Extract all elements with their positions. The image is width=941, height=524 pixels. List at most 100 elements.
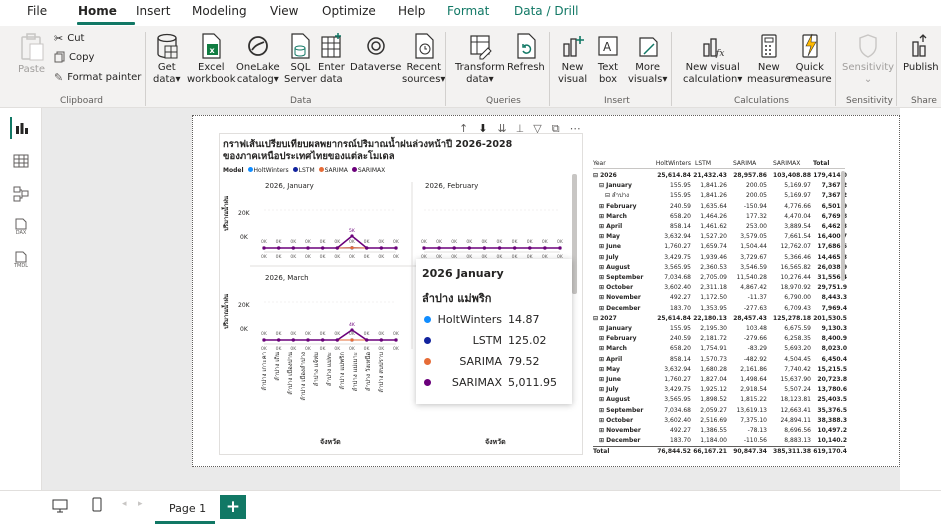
matrix-row[interactable]: ⊞ April 858.14 1,570.73 -482.92 4,504.45 6,45… [593,355,847,364]
matrix-row-label[interactable]: ⊞ August [599,395,630,404]
excel-workbook-button[interactable]: x Excel workbook [187,32,236,86]
desktop-layout-icon[interactable] [52,498,68,517]
matrix-scrollbar[interactable] [841,171,845,281]
onelake-catalog-button[interactable]: OneLake catalog▾ [236,32,280,86]
add-page-button[interactable]: + [220,495,246,519]
matrix-row-label[interactable]: ⊞ February [599,334,637,343]
new-visual-button[interactable]: New visual [558,32,587,86]
matrix-row[interactable]: ⊞ February 240.59 1,635.64 -150.94 4,776.66 6… [593,202,847,211]
cut-button[interactable]: ✂ Cut [54,32,84,45]
mobile-layout-icon[interactable] [92,497,102,516]
matrix-row[interactable]: ⊞ May 3,632.94 1,527.20 3,579.05 7,661.54 16,… [593,232,847,241]
tab-file[interactable]: File [27,4,47,18]
text-box-button[interactable]: A Text box [596,32,620,86]
matrix-row-label[interactable]: ⊞ March [599,344,627,353]
matrix-row[interactable]: ⊞ August 3,565.95 2,360.53 3,546.59 16,565.8… [593,263,847,272]
refresh-button[interactable]: Refresh [507,32,545,74]
sensitivity-button[interactable]: Sensitivity ⌄ [842,32,894,86]
copy-button[interactable]: Copy [54,51,94,63]
matrix-row[interactable]: ⊞ July 3,429.75 1,925.12 2,918.54 5,507.24 13… [593,385,847,394]
new-measure-button[interactable]: New measure [747,32,791,86]
report-view-button[interactable] [10,117,32,139]
matrix-row-label[interactable]: ⊞ January [599,324,632,333]
tab-home[interactable]: Home [78,4,117,18]
matrix-row[interactable]: ⊞ October 3,602.40 2,311.18 4,867.42 18,970.… [593,283,847,292]
matrix-row[interactable]: ⊞ May 3,632.94 1,680.28 2,161.86 7,740.42 15,… [593,365,847,374]
sql-server-button[interactable]: SQL Server [284,32,317,86]
matrix-row-label[interactable]: ⊞ December [599,304,640,313]
tab-help[interactable]: Help [398,4,425,18]
matrix-row[interactable]: ⊞ June 1,760.27 1,827.04 1,498.64 15,637.90 2… [593,375,847,384]
get-data-button[interactable]: Get data▾ [153,32,181,86]
matrix-header-total[interactable]: Total [813,159,829,168]
table-view-button[interactable] [10,150,32,172]
matrix-row-label[interactable]: ⊞ September [599,273,643,282]
matrix-row-label[interactable]: ⊟ 2027 [593,314,617,323]
matrix-row[interactable]: ⊟ January 155.95 1,841.26 200.05 5,169.97 7,3… [593,181,847,190]
matrix-row[interactable]: ⊞ December 183.70 1,184.00 -110.56 8,883.13 1… [593,436,847,445]
tab-view[interactable]: View [270,4,298,18]
matrix-row-label[interactable]: ⊞ May [599,232,620,241]
matrix-row[interactable]: ⊟ 2026 25,614.84 21,432.43 28,957.86 103,408… [593,171,847,180]
page-tab-page-1[interactable]: Page 1 [155,491,215,524]
matrix-row[interactable]: ⊞ August 3,565.95 1,898.52 1,815.22 18,123.8… [593,395,847,404]
matrix-row[interactable]: ⊞ July 3,429.75 1,939.46 3,729.67 5,366.46 14… [593,253,847,262]
matrix-row-label[interactable]: ⊞ February [599,202,637,211]
matrix-row[interactable]: ⊞ March 658.20 1,754.91 -83.29 5,693.20 8,023… [593,344,847,353]
enter-data-button[interactable]: Enter data [318,32,345,86]
matrix-row-label[interactable]: ⊞ July [599,385,619,394]
matrix-row-label[interactable]: ⊞ June [599,375,621,384]
transform-data-button[interactable]: Transform data▾ [455,32,505,86]
next-page-icon[interactable]: ▸ [138,499,143,509]
dataverse-button[interactable]: Dataverse [350,32,401,74]
format-painter-button[interactable]: ✎ Format painter [54,71,141,84]
prev-page-icon[interactable]: ◂ [122,499,127,509]
dax-query-view-button[interactable]: DAX [10,216,32,238]
matrix-row[interactable]: ⊞ November 492.27 1,386.55 -78.13 8,696.56 10… [593,426,847,435]
matrix-row[interactable]: ⊟ 2027 25,614.84 22,180.13 28,457.43 125,278… [593,314,847,323]
matrix-row[interactable]: ⊞ September 7,034.68 2,059.27 13,619.13 12,6… [593,406,847,415]
model-view-button[interactable] [10,183,32,205]
matrix-row-label[interactable]: ⊞ April [599,222,622,231]
recent-sources-button[interactable]: Recent sources▾ [402,32,445,86]
matrix-row-label[interactable]: ⊞ September [599,406,643,415]
tmdl-view-button[interactable]: TMDL [10,249,32,271]
matrix-row-label[interactable]: ⊟ 2026 [593,171,617,180]
matrix-row-label[interactable]: ⊞ August [599,263,630,272]
chart-scrollbar[interactable] [572,174,577,294]
matrix-row-label[interactable]: ⊞ May [599,365,620,374]
matrix-row-label[interactable]: ⊞ November [599,293,641,302]
matrix-row[interactable]: ⊞ December 183.70 1,353.95 -277.63 6,709.43 7… [593,304,847,313]
matrix-row-label[interactable]: ⊞ November [599,426,641,435]
matrix-row-label[interactable]: ⊞ June [599,242,621,251]
matrix-row-label[interactable]: Total [593,447,609,456]
matrix-row[interactable]: ⊟ ลำปาง 155.95 1,841.26 200.05 5,169.97 7,367… [593,191,847,200]
tab-format[interactable]: Format [447,4,489,18]
matrix-row[interactable]: ⊞ November 492.27 1,172.50 -11.37 6,790.00 8,… [593,293,847,302]
quick-measure-button[interactable]: Quick measure [788,32,832,86]
matrix-row[interactable]: ⊞ March 658.20 1,464.26 177.32 4,470.04 6,769… [593,212,847,221]
matrix-header-lstm[interactable]: LSTM [695,159,711,168]
matrix-row-label[interactable]: ⊞ October [599,283,633,292]
matrix-row-label[interactable]: ⊞ April [599,355,622,364]
matrix-total-row[interactable]: Total 76,844.52 66,167.21 90,847.34 385,311.… [593,446,847,456]
matrix-row-label[interactable]: ⊟ January [599,181,632,190]
matrix-row[interactable]: ⊞ February 240.59 2,181.72 -279.66 6,258.35 8… [593,334,847,343]
matrix-visual[interactable]: Year HoltWinters LSTM SARIMA SARIMAX Tot… [593,133,849,463]
matrix-header-holtwinters[interactable]: HoltWinters [647,159,691,168]
matrix-row[interactable]: ⊞ June 1,760.27 1,659.74 1,504.44 12,762.07 1… [593,242,847,251]
tab-modeling[interactable]: Modeling [192,4,247,18]
matrix-row[interactable]: ⊞ September 7,034.68 2,705.09 11,540.28 10,2… [593,273,847,282]
matrix-header-sarimax[interactable]: SARIMAX [773,159,800,168]
matrix-header-sarima[interactable]: SARIMA [733,159,756,168]
matrix-row[interactable]: ⊞ October 3,602.40 2,516.69 7,375.10 24,894.… [593,416,847,425]
matrix-row-label[interactable]: ⊞ December [599,436,640,445]
matrix-row[interactable]: ⊞ April 858.14 1,461.62 253.00 3,889.54 6,462… [593,222,847,231]
paste-button[interactable]: Paste [18,32,45,76]
publish-button[interactable]: Publish [903,32,939,74]
matrix-row-label[interactable]: ⊟ ลำปาง [605,191,629,200]
matrix-row[interactable]: ⊞ January 155.95 2,195.30 103.48 6,675.59 9,1… [593,324,847,333]
more-visuals-button[interactable]: More visuals▾ [628,32,667,86]
matrix-row-label[interactable]: ⊞ October [599,416,633,425]
tab-data-drill[interactable]: Data / Drill [514,4,579,18]
